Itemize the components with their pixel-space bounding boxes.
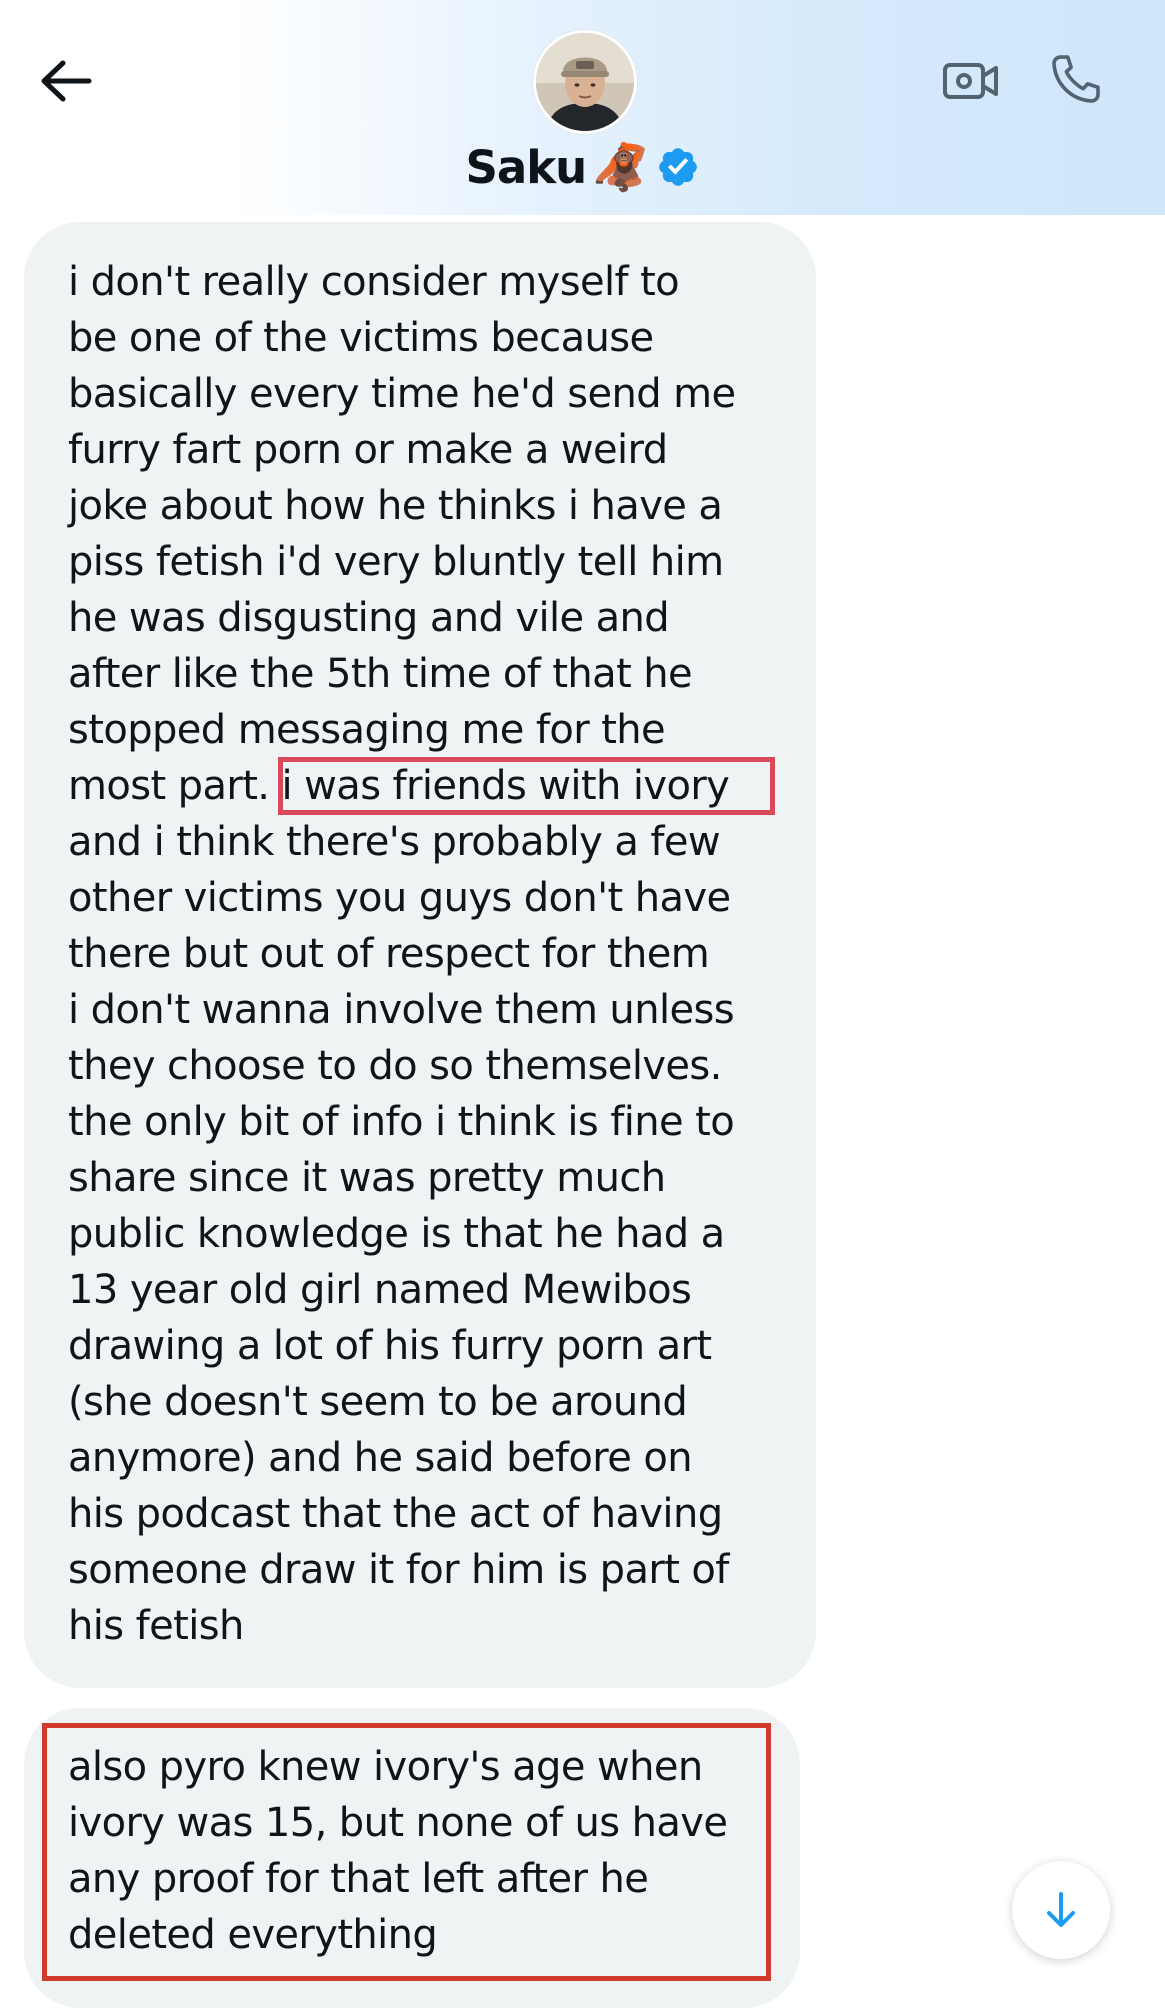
- message-line: basically every time he'd send me: [68, 371, 736, 417]
- arrow-down-icon: [1047, 1892, 1075, 1927]
- phone-icon: [1052, 55, 1100, 103]
- message-line: ivory was 15, but none of us have: [68, 1800, 728, 1846]
- message-line: also pyro knew ivory's age when: [68, 1744, 703, 1790]
- orangutan-emoji: 🦧: [592, 141, 650, 193]
- message-line: after like the 5th time of that he: [68, 651, 693, 697]
- message-line: someone draw it for him is part of: [68, 1547, 729, 1593]
- contact-name: Saku: [465, 140, 587, 194]
- message-line: stopped messaging me for the: [68, 707, 666, 753]
- message-line: there but out of respect for them: [68, 931, 710, 977]
- message-line: be one of the victims because: [68, 315, 654, 361]
- message-line: 13 year old girl named Mewibos: [68, 1267, 692, 1313]
- message-line: and i think there's probably a few: [68, 819, 721, 865]
- message-line: any proof for that left after he: [68, 1856, 649, 1902]
- message-line: they choose to do so themselves.: [68, 1043, 722, 1089]
- scroll-to-bottom-button[interactable]: [1012, 1861, 1110, 1959]
- message-line: (she doesn't seem to be around: [68, 1379, 688, 1425]
- contact-name-row[interactable]: Saku 🦧: [0, 132, 1165, 202]
- message-line: furry fart porn or make a weird: [68, 427, 668, 473]
- message-text: i don't really consider myself to be one…: [68, 254, 736, 1654]
- message-line: his fetish: [68, 1603, 244, 1649]
- message-text: also pyro knew ivory's age when ivory wa…: [68, 1739, 728, 1963]
- message-line: anymore) and he said before on: [68, 1435, 693, 1481]
- message-line: the only bit of info i think is fine to: [68, 1099, 735, 1145]
- video-camera-icon: [943, 63, 998, 99]
- message-line: his podcast that the act of having: [68, 1491, 723, 1537]
- message-line: drawing a lot of his furry porn art: [68, 1323, 712, 1369]
- message-line: i don't really consider myself to: [68, 259, 680, 305]
- conversation-header: Saku 🦧: [0, 0, 1165, 215]
- verified-badge-icon: [658, 148, 697, 186]
- message-line: i don't wanna involve them unless: [68, 987, 735, 1033]
- message-line: deleted everything: [68, 1912, 438, 1958]
- arrow-left-icon: [41, 60, 92, 102]
- avatar-image: [536, 33, 634, 131]
- avatar[interactable]: [533, 30, 637, 134]
- message-line: other victims you guys don't have: [68, 875, 731, 921]
- message-line: most part. i was friends with ivory: [68, 763, 730, 809]
- message-line: he was disgusting and vile and: [68, 595, 670, 641]
- voice-call-button[interactable]: [1040, 43, 1112, 115]
- message-line: piss fetish i'd very bluntly tell him: [68, 539, 724, 585]
- message-line: joke about how he thinks i have a: [68, 483, 723, 529]
- back-button[interactable]: [30, 45, 102, 117]
- message-line: share since it was pretty much: [68, 1155, 666, 1201]
- message-line: public knowledge is that he had a: [68, 1211, 725, 1257]
- video-call-button[interactable]: [935, 45, 1007, 117]
